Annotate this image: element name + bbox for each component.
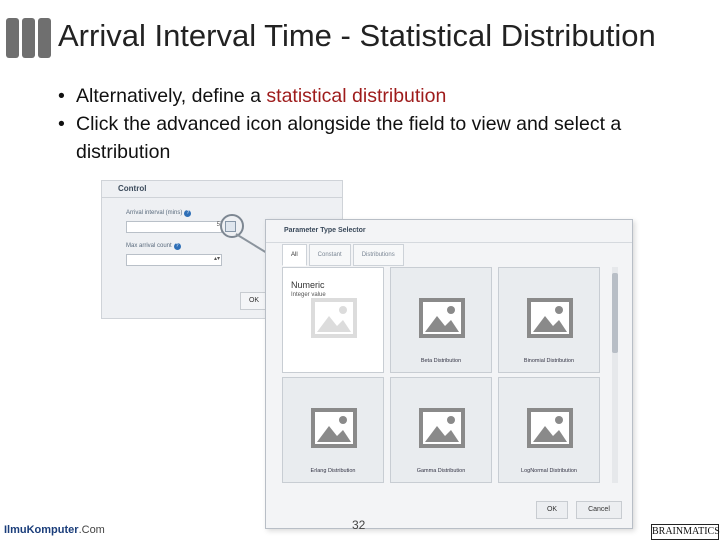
title-decoration-bar [6, 18, 19, 58]
bullet-accent-text: statistical distribution [266, 85, 447, 107]
bullet-text: Alternatively, define a [76, 85, 267, 107]
card-binomial-distribution[interactable]: Binomial Distribution [498, 267, 600, 373]
control-ok-button[interactable]: OK [240, 292, 268, 310]
advanced-icon[interactable] [225, 221, 236, 232]
arrival-interval-label: Arrival interval (mins)? [126, 210, 192, 217]
bullet-item: • Alternatively, define a statistical di… [58, 82, 658, 110]
max-arrival-label-text: Max arrival count [126, 243, 172, 249]
card-label: Binomial Distribution [523, 358, 575, 364]
card-label: Erlang Distribution [310, 468, 356, 474]
image-placeholder-icon [311, 408, 357, 448]
card-label: Gamma Distribution [416, 468, 466, 474]
card-erlang-distribution[interactable]: Erlang Distribution [282, 377, 384, 483]
image-placeholder-icon [419, 298, 465, 338]
tab-all[interactable]: All [282, 244, 307, 266]
brand-logo-right: BRAINMATICS [651, 524, 720, 540]
slide-title: Arrival Interval Time - Statistical Dist… [58, 18, 656, 53]
card-title: Numeric [291, 280, 325, 290]
bullet-list: • Alternatively, define a statistical di… [58, 82, 658, 166]
bullet-icon: • [58, 113, 65, 135]
image-placeholder-icon [527, 408, 573, 448]
tab-bar: All Constant Distributions [282, 244, 406, 266]
type-card-grid: Numeric Integer value Beta Distribution … [282, 267, 608, 485]
max-arrival-field[interactable]: ▴▾ [126, 254, 222, 266]
title-decoration-bar [22, 18, 35, 58]
parameter-type-selector-dialog: Parameter Type Selector All Constant Dis… [265, 219, 633, 529]
image-placeholder-icon [419, 408, 465, 448]
scrollbar-thumb[interactable] [612, 273, 618, 353]
brand-logo-left-text: IlmuKomputer [4, 524, 79, 536]
image-placeholder-icon [527, 298, 573, 338]
arrival-interval-label-text: Arrival interval (mins) [126, 210, 183, 216]
arrival-interval-field[interactable]: 5 [126, 221, 222, 233]
brand-logo-left: IlmuKomputer.Com [4, 524, 105, 536]
page-number: 32 [352, 518, 366, 532]
title-decoration-bar [38, 18, 51, 58]
card-beta-distribution[interactable]: Beta Distribution [390, 267, 492, 373]
bullet-item: • Click the advanced icon alongside the … [58, 110, 658, 166]
tab-distributions[interactable]: Distributions [352, 244, 404, 266]
card-numeric[interactable]: Numeric Integer value [282, 267, 384, 373]
ok-button[interactable]: OK [536, 501, 568, 519]
cancel-button[interactable]: Cancel [576, 501, 622, 519]
tab-constant[interactable]: Constant [308, 244, 351, 266]
card-gamma-distribution[interactable]: Gamma Distribution [390, 377, 492, 483]
brand-logo-left-tail: .Com [78, 524, 105, 536]
card-lognormal-distribution[interactable]: LogNormal Distribution [498, 377, 600, 483]
help-icon[interactable]: ? [173, 243, 181, 250]
bullet-icon: • [58, 85, 65, 107]
max-arrival-label: Max arrival count? [126, 243, 181, 250]
control-header: Control [102, 181, 342, 198]
scrollbar[interactable] [612, 267, 618, 483]
dialog-header: Parameter Type Selector [266, 220, 632, 243]
card-label: Beta Distribution [420, 358, 462, 364]
card-label: LogNormal Distribution [521, 468, 577, 474]
help-icon[interactable]: ? [184, 210, 192, 217]
bullet-text: Click the advanced icon alongside the fi… [76, 113, 622, 163]
stepper-icon[interactable]: ▴▾ [214, 255, 220, 262]
image-placeholder-icon [311, 298, 357, 338]
